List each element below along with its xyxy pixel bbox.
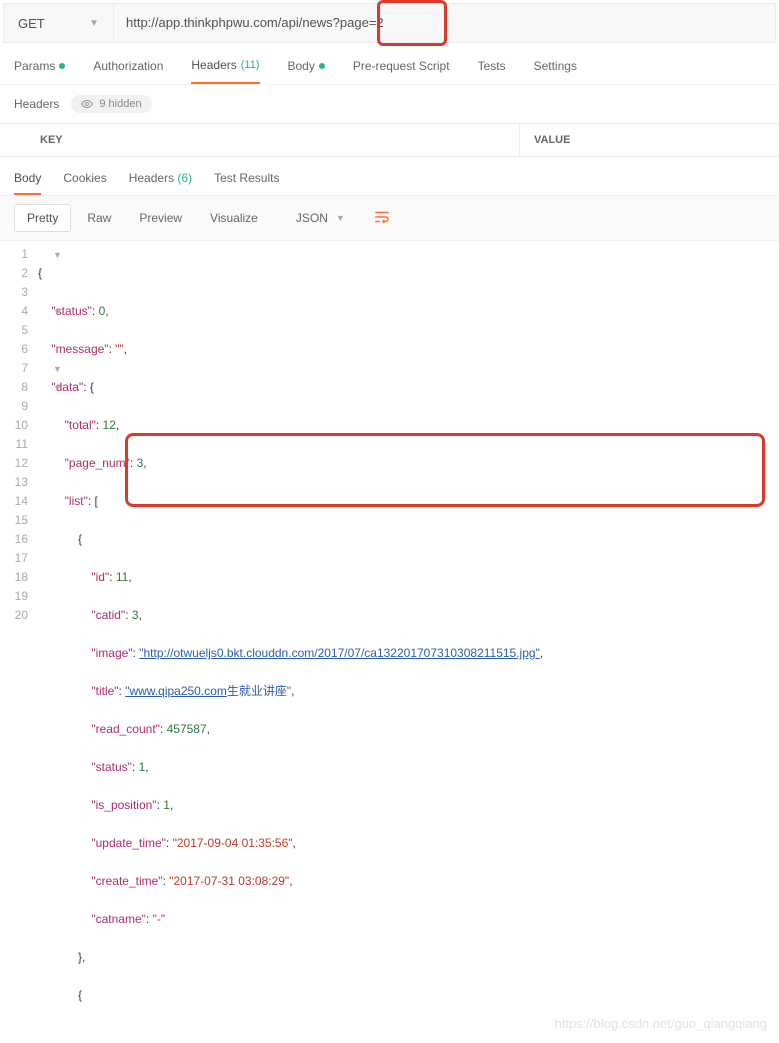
watermark: https://blog.csdn.net/guo_qiangqiang [554,1014,767,1033]
status-dot-icon [319,63,325,69]
request-bar: GET ▼ http://app.thinkphpwu.com/api/news… [3,3,776,43]
headers-label: Headers [14,97,59,111]
response-toolbar: Pretty Raw Preview Visualize JSON▼ [0,195,779,241]
format-select[interactable]: JSON▼ [286,206,355,230]
resp-tab-cookies[interactable]: Cookies [63,171,106,195]
url-text: http://app.thinkphpwu.com/api/news?page=… [126,15,384,30]
response-body: 1234567891011121314151617181920 ▼{ "stat… [0,241,779,1043]
headers-subbar: Headers 9 hidden [0,85,779,123]
hidden-headers-badge[interactable]: 9 hidden [71,95,151,113]
resp-tab-headers[interactable]: Headers (6) [129,171,192,195]
fmt-raw[interactable]: Raw [75,205,123,231]
fmt-preview[interactable]: Preview [127,205,194,231]
code-content[interactable]: ▼{ "status": 0, "message": "", ▼ "data":… [38,245,779,1043]
status-dot-icon [59,63,65,69]
tab-authorization[interactable]: Authorization [93,58,163,84]
collapse-caret-icon[interactable]: ▼ [53,379,62,398]
kv-header-row: KEY VALUE [0,123,779,157]
collapse-caret-icon[interactable]: ▼ [53,246,62,265]
tab-settings[interactable]: Settings [534,58,577,84]
tab-params[interactable]: Params [14,58,65,84]
kv-key-col: KEY [0,124,520,156]
response-tabs: Body Cookies Headers (6) Test Results [0,157,779,195]
chevron-down-icon: ▼ [89,18,99,29]
hidden-count: 9 hidden [99,98,141,110]
wrap-lines-icon[interactable] [373,208,391,229]
tab-tests[interactable]: Tests [478,58,506,84]
fmt-visualize[interactable]: Visualize [198,205,270,231]
collapse-caret-icon[interactable]: ▼ [53,360,62,379]
chevron-down-icon: ▼ [336,213,345,223]
resp-tab-test-results[interactable]: Test Results [214,171,279,195]
fmt-pretty[interactable]: Pretty [14,204,71,232]
method-label: GET [18,16,45,31]
kv-value-col: VALUE [520,124,779,156]
tab-headers[interactable]: Headers (11) [191,58,259,84]
eye-icon [81,98,93,110]
request-tabs: Params Authorization Headers (11) Body P… [0,46,779,85]
line-gutter: 1234567891011121314151617181920 [0,245,38,1043]
tab-prerequest[interactable]: Pre-request Script [353,58,450,84]
resp-tab-body[interactable]: Body [14,171,41,195]
headers-count: (6) [177,171,192,185]
collapse-caret-icon[interactable]: ▼ [53,303,62,322]
headers-count: (11) [241,59,260,71]
method-select[interactable]: GET ▼ [4,4,114,42]
url-input[interactable]: http://app.thinkphpwu.com/api/news?page=… [114,4,775,42]
tab-body[interactable]: Body [288,58,325,84]
